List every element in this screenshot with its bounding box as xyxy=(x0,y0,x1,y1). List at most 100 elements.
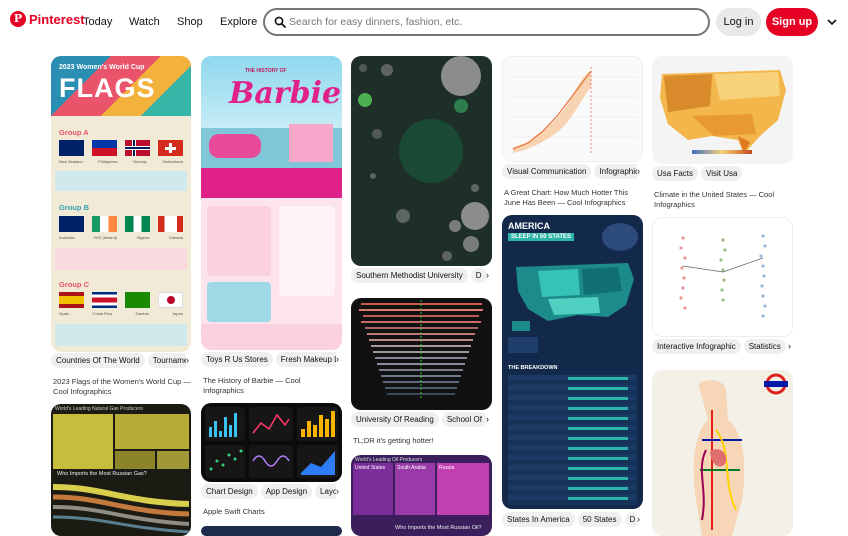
tag-chip[interactable]: Statistics xyxy=(743,339,786,354)
flags-row-a xyxy=(59,140,183,156)
pin-interactive-infographic[interactable] xyxy=(652,217,793,337)
tag-chip[interactable]: 50 States xyxy=(577,512,622,527)
treemap-cell xyxy=(115,451,155,469)
treemap-cell: Russia xyxy=(437,463,489,515)
pin-caption[interactable]: TL;DR it's getting hotter! xyxy=(353,436,493,446)
sleeping-person-illustration xyxy=(602,223,638,251)
tag-chip[interactable]: D xyxy=(624,512,637,527)
pin-history-of-barbie[interactable]: THE HISTORY OF Barbie xyxy=(201,56,342,350)
chevron-right-icon[interactable]: › xyxy=(336,486,339,496)
pin-next[interactable] xyxy=(201,526,342,536)
america-subtitle: SLEEP IN 50 STATES xyxy=(508,233,575,241)
barbie-footer-band xyxy=(201,324,342,350)
country-label: Australia xyxy=(59,235,75,240)
search-input[interactable] xyxy=(289,14,689,30)
america-state-table xyxy=(508,375,637,505)
oil-subheading: Who Imports the Most Russian Oil? xyxy=(395,525,482,531)
country-label: Nigeria xyxy=(136,235,150,240)
pin-tags: University Of Reading School Of xyxy=(351,412,486,430)
flag-spain xyxy=(59,292,84,308)
chevron-right-icon[interactable]: › xyxy=(486,270,489,280)
tag-chip[interactable]: Visual Communication xyxy=(502,164,592,179)
flag-new-zealand xyxy=(59,140,84,156)
chevron-right-icon[interactable]: › xyxy=(637,514,640,524)
country-label: Norway xyxy=(133,159,147,164)
flag-canada xyxy=(158,216,183,232)
chevron-right-icon[interactable]: › xyxy=(637,166,640,176)
pin-caption[interactable]: Apple Swift Charts xyxy=(203,507,343,517)
tag-chip[interactable]: D xyxy=(470,268,486,283)
flags-title: FLAGS xyxy=(59,73,156,103)
flag-ireland xyxy=(92,216,117,232)
barbie-intro-band xyxy=(201,168,342,198)
pinterest-logo[interactable]: P Pinterest xyxy=(10,11,85,27)
swift-charts-preview xyxy=(205,407,338,478)
chevron-right-icon[interactable]: › xyxy=(186,355,189,365)
pin-bubble-chart[interactable] xyxy=(351,56,492,266)
pin-caption[interactable]: A Great Chart: How Much Hotter This June… xyxy=(504,188,644,207)
pinterest-logo-icon: P xyxy=(10,11,26,27)
flag-zambia xyxy=(125,292,150,308)
pin-caption[interactable]: 2023 Flags of the Women's World Cup — Co… xyxy=(53,377,193,396)
tag-chip[interactable]: App Design xyxy=(260,484,313,499)
tag-chip[interactable]: Layo xyxy=(315,484,336,499)
pin-tags: Countries Of The WorldTournament xyxy=(51,353,186,371)
barbie-small-title: THE HISTORY OF xyxy=(245,68,287,74)
pin-caption[interactable]: The History of Barbie — Cool Infographic… xyxy=(203,376,343,395)
chevron-right-icon[interactable]: › xyxy=(336,354,339,364)
pin-oil-producers[interactable]: World's Leading Oil Producers United Sta… xyxy=(351,455,492,536)
tag-chip[interactable]: Countries Of The World xyxy=(51,353,145,368)
signup-button[interactable]: Sign up xyxy=(766,8,818,36)
tag-chip[interactable]: States In America xyxy=(502,512,575,527)
pin-apple-swift-charts[interactable] xyxy=(201,403,342,482)
chevron-right-icon[interactable]: › xyxy=(788,341,791,351)
flags-group-b: Group B xyxy=(59,203,89,212)
flags-row-b xyxy=(59,216,183,232)
treemap-label: United States xyxy=(355,465,386,471)
pin-tags: Usa Facts Visit Usa xyxy=(652,166,787,184)
chevron-down-icon[interactable] xyxy=(826,17,838,27)
nav-shop[interactable]: Shop xyxy=(177,16,203,28)
tag-chip[interactable]: Tournament xyxy=(147,353,186,368)
pin-us-climate-map[interactable] xyxy=(652,56,793,164)
chevron-right-icon[interactable]: › xyxy=(486,414,489,424)
login-button[interactable]: Log in xyxy=(716,8,761,36)
pin-caption[interactable]: Climate in the United States — Cool Info… xyxy=(654,190,794,209)
tag-chip[interactable]: School Of xyxy=(441,412,486,427)
flags-fact-box xyxy=(55,324,187,346)
barbie-house-section xyxy=(207,282,271,322)
tag-chip[interactable]: Interactive Infographic xyxy=(652,339,741,354)
country-label: Costa Rica xyxy=(92,311,113,316)
dreamhouse-illustration xyxy=(289,124,333,162)
gas-flow-chart xyxy=(53,484,189,534)
nav-watch[interactable]: Watch xyxy=(129,16,160,28)
tag-chip[interactable]: Visit Usa xyxy=(701,166,743,181)
flags-fact-box xyxy=(55,171,187,191)
pin-tldr-hotter[interactable] xyxy=(351,298,492,410)
temperature-line-chart xyxy=(511,67,639,153)
tag-chip[interactable]: Fresh Makeup L xyxy=(275,352,336,367)
pin-womens-world-cup-flags[interactable]: 2023 Women's World Cup FLAGS Group A New… xyxy=(51,56,191,352)
tag-chip[interactable]: University Of Reading xyxy=(351,412,439,427)
pin-america-sleep-50-states[interactable]: AMERICA SLEEP IN 50 STATES THE BREAKDOWN xyxy=(502,215,643,509)
tag-chip[interactable]: Usa Facts xyxy=(652,166,699,181)
america-breakdown: THE BREAKDOWN xyxy=(508,365,558,371)
flag-japan xyxy=(158,292,183,308)
treemap-cell: United States xyxy=(353,463,393,515)
tag-chip[interactable]: Toys R Us Stores xyxy=(201,352,273,367)
pin-natural-gas-producers[interactable]: World's Leading Natural Gas Producers Wh… xyxy=(51,404,191,536)
treemap-cell xyxy=(53,414,113,469)
pin-tags: Interactive Infographic Statistics xyxy=(652,339,787,357)
tag-chip[interactable]: Southern Methodist University xyxy=(351,268,468,283)
country-label: Japan xyxy=(172,311,183,316)
tag-chip[interactable]: Infographic xyxy=(594,164,637,179)
pin-june-hotter-chart[interactable] xyxy=(502,56,643,162)
pin-map-anatomy[interactable] xyxy=(652,370,793,536)
tag-chip[interactable]: Chart Design xyxy=(201,484,258,499)
search-bar[interactable] xyxy=(263,8,710,36)
nav-today[interactable]: Today xyxy=(83,16,112,28)
nav-explore[interactable]: Explore xyxy=(220,16,257,28)
flag-costa-rica xyxy=(92,292,117,308)
anatomy-transit-map xyxy=(693,373,788,536)
flag-switzerland xyxy=(158,140,183,156)
